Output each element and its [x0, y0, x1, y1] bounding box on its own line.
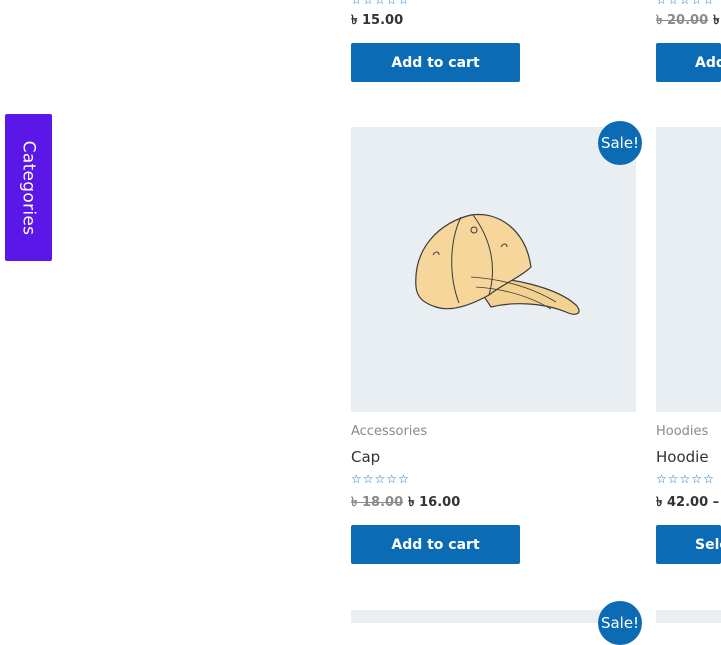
- product-price: ৳ 18.00 ৳ 16.00: [351, 493, 460, 514]
- star-outline-icon: ☆: [703, 472, 714, 486]
- cap-illustration: [415, 213, 580, 315]
- star-outline-icon: ☆: [656, 472, 667, 486]
- star-outline-icon: ☆: [398, 472, 409, 486]
- star-outline-icon: ☆: [362, 472, 374, 486]
- star-outline-icon: ☆: [386, 0, 398, 7]
- star-outline-icon: ☆: [667, 0, 679, 7]
- star-outline-icon: ☆: [679, 0, 691, 7]
- product-image[interactable]: [351, 610, 636, 623]
- star-outline-icon: ☆: [362, 0, 374, 7]
- product-title[interactable]: Cap: [351, 448, 380, 466]
- star-outline-icon: ☆: [374, 0, 386, 7]
- product-image-cap[interactable]: [351, 127, 636, 412]
- product-image[interactable]: [656, 610, 721, 623]
- rating-stars: ☆ ☆ ☆ ☆ ☆: [656, 0, 714, 6]
- categories-tab[interactable]: Categories: [5, 114, 52, 261]
- star-outline-icon: ☆: [398, 0, 409, 7]
- product-category[interactable]: Accessories: [351, 424, 427, 439]
- sale-badge-label: Sale!: [600, 134, 640, 152]
- star-outline-icon: ☆: [351, 0, 362, 7]
- button-label: Add to cart: [391, 54, 480, 71]
- rating-stars: ☆ ☆ ☆ ☆ ☆: [351, 0, 409, 6]
- star-outline-icon: ☆: [667, 472, 679, 486]
- star-outline-icon: ☆: [656, 0, 667, 7]
- product-price: ৳ 20.00 ৳: [656, 11, 720, 32]
- product-category[interactable]: Hoodies: [656, 424, 708, 439]
- add-to-cart-button[interactable]: Add to cart: [351, 525, 520, 564]
- star-outline-icon: ☆: [679, 472, 691, 486]
- product-price: ৳ 15.00: [351, 11, 403, 32]
- add-to-cart-button[interactable]: Add: [656, 43, 721, 82]
- button-label: Sele: [695, 536, 721, 553]
- sale-badge: Sale!: [598, 601, 642, 645]
- sale-badge-label: Sale!: [600, 614, 640, 632]
- select-options-button[interactable]: Sele: [656, 525, 721, 564]
- star-outline-icon: ☆: [703, 0, 714, 7]
- star-outline-icon: ☆: [351, 472, 362, 486]
- rating-stars: ☆ ☆ ☆ ☆ ☆: [656, 473, 714, 485]
- star-outline-icon: ☆: [386, 472, 398, 486]
- button-label: Add to cart: [391, 536, 480, 553]
- star-outline-icon: ☆: [374, 472, 386, 486]
- product-price: ৳ 42.00 –: [656, 493, 719, 514]
- star-outline-icon: ☆: [691, 472, 703, 486]
- add-to-cart-button[interactable]: Add to cart: [351, 43, 520, 82]
- categories-tab-label: Categories: [18, 140, 39, 235]
- rating-stars: ☆ ☆ ☆ ☆ ☆: [351, 473, 409, 485]
- price-range: ৳ 42.00 –: [656, 495, 720, 510]
- button-label: Add: [695, 54, 721, 71]
- star-outline-icon: ☆: [691, 0, 703, 7]
- product-image-hoodie[interactable]: [656, 127, 721, 412]
- price-current: ৳: [713, 13, 720, 28]
- price-current: ৳ 16.00: [408, 495, 461, 510]
- price-old: ৳ 20.00: [656, 13, 709, 28]
- sale-badge: Sale!: [598, 121, 642, 165]
- price-current: ৳ 15.00: [351, 13, 404, 28]
- product-title[interactable]: Hoodie: [656, 448, 709, 466]
- price-old: ৳ 18.00: [351, 495, 404, 510]
